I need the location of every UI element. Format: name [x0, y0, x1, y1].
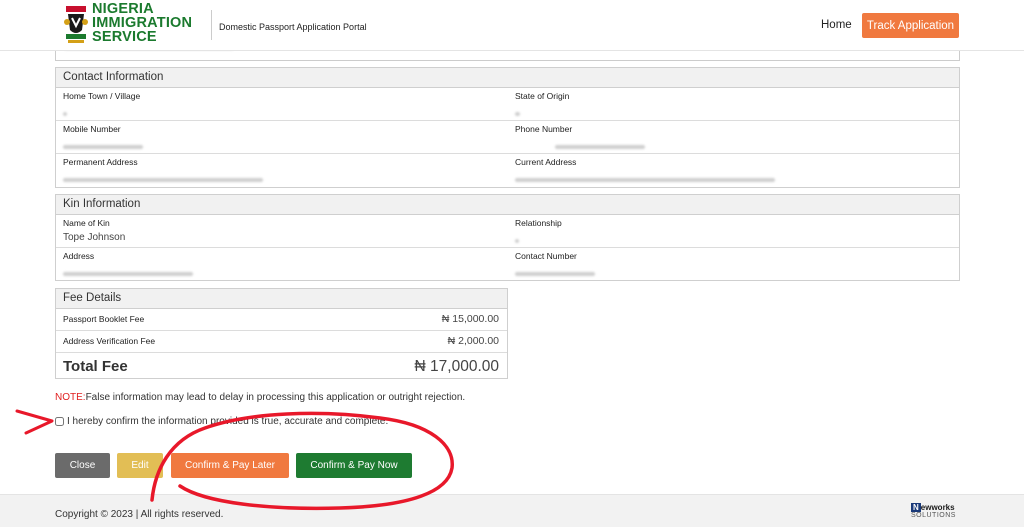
newworks-logo: Newworks SOLUTIONS: [911, 503, 961, 525]
logo-line-1: NIGERIA: [92, 1, 154, 17]
confirm-checkbox[interactable]: [55, 417, 64, 426]
coat-of-arms-icon: [64, 6, 88, 43]
fee-total-row: Total Fee ₦ 17,000.00: [56, 353, 507, 379]
home-town-cell: Home Town / Village: [56, 88, 508, 120]
current-address-label: Current Address: [515, 157, 577, 167]
relationship-label: Relationship: [515, 218, 562, 228]
kin-row-1: Name of Kin Tope Johnson Relationship: [56, 215, 959, 248]
total-fee-amount: ₦ 17,000.00: [414, 358, 499, 375]
total-fee-label: Total Fee: [63, 358, 128, 375]
fee-amount: ₦ 2,000.00: [447, 335, 499, 347]
track-application-button[interactable]: Track Application: [862, 13, 959, 38]
kin-contact-cell: Contact Number: [508, 248, 960, 281]
fee-details-panel: Fee Details Passport Booklet Fee ₦ 15,00…: [55, 288, 508, 379]
contact-information-panel: Contact Information Home Town / Village …: [55, 67, 960, 188]
newworks-wordmark: Newworks: [911, 503, 961, 512]
annotation-arrow-icon: [15, 409, 54, 435]
kin-name-cell: Name of Kin Tope Johnson: [56, 215, 508, 247]
page-footer: Copyright © 2023 | All rights reserved. …: [0, 494, 1024, 527]
portal-title: Domestic Passport Application Portal: [219, 22, 367, 32]
permanent-address-cell: Permanent Address: [56, 154, 508, 187]
kin-address-cell: Address: [56, 248, 508, 281]
fee-row-address-verification: Address Verification Fee ₦ 2,000.00: [56, 331, 507, 353]
confirm-pay-later-button[interactable]: Confirm & Pay Later: [171, 453, 289, 478]
fee-details-title: Fee Details: [56, 289, 507, 309]
state-origin-cell: State of Origin: [508, 88, 960, 120]
mobile-cell: Mobile Number: [56, 121, 508, 153]
kin-row-2: Address Contact Number: [56, 248, 959, 281]
close-button[interactable]: Close: [55, 453, 110, 478]
contact-row-1: Home Town / Village State of Origin: [56, 88, 959, 121]
contact-information-title: Contact Information: [56, 68, 959, 88]
confirm-declaration[interactable]: I hereby confirm the information provide…: [55, 416, 388, 427]
contact-row-3: Permanent Address Current Address: [56, 154, 959, 187]
fee-label: Address Verification Fee: [63, 336, 156, 346]
state-origin-label: State of Origin: [515, 91, 570, 101]
copyright-text: Copyright © 2023 | All rights reserved.: [55, 509, 224, 520]
redacted-permanent-address: [63, 177, 263, 182]
nis-logo[interactable]: NIGERIA IMMIGRATION SERVICE: [64, 2, 210, 48]
page-header: NIGERIA IMMIGRATION SERVICE Domestic Pas…: [0, 0, 1024, 51]
home-town-label: Home Town / Village: [63, 91, 141, 101]
confirm-pay-now-button[interactable]: Confirm & Pay Now: [296, 453, 412, 478]
redacted-phone: [555, 144, 645, 149]
redacted-kin-address: [63, 271, 193, 276]
newworks-rest: ewworks: [920, 503, 955, 512]
phone-label: Phone Number: [515, 124, 573, 134]
kin-contact-label: Contact Number: [515, 251, 577, 261]
warning-note: NOTE:False information may lead to delay…: [55, 392, 465, 403]
contact-row-2: Mobile Number Phone Number: [56, 121, 959, 154]
redacted-current-address: [515, 177, 775, 182]
current-address-cell: Current Address: [508, 154, 960, 187]
kin-address-label: Address: [63, 251, 95, 261]
fee-row-passport: Passport Booklet Fee ₦ 15,000.00: [56, 309, 507, 331]
redacted-relationship: [515, 238, 519, 243]
note-prefix: NOTE:: [55, 392, 86, 403]
confirm-text: I hereby confirm the information provide…: [67, 416, 389, 427]
kin-information-panel: Kin Information Name of Kin Tope Johnson…: [55, 194, 960, 281]
logo-line-3: SERVICE: [92, 29, 157, 45]
redacted-state-origin: [515, 111, 520, 116]
redacted-mobile: [63, 144, 143, 149]
nav-home-link[interactable]: Home: [821, 19, 852, 31]
edit-button[interactable]: Edit: [117, 453, 163, 478]
note-text: False information may lead to delay in p…: [85, 392, 466, 403]
redacted-kin-contact: [515, 271, 595, 276]
newworks-sub: SOLUTIONS: [911, 512, 956, 519]
fee-label: Passport Booklet Fee: [63, 314, 145, 324]
fee-amount: ₦ 15,000.00: [441, 313, 499, 325]
redacted-home-town: [63, 111, 67, 116]
logo-wordmark: NIGERIA IMMIGRATION SERVICE: [92, 1, 193, 45]
phone-cell: Phone Number: [508, 121, 960, 153]
kin-information-title: Kin Information: [56, 195, 959, 215]
logo-line-2: IMMIGRATION: [92, 15, 193, 31]
newworks-n: N: [911, 503, 921, 512]
relationship-cell: Relationship: [508, 215, 960, 247]
permanent-address-label: Permanent Address: [63, 157, 138, 167]
kin-name-label: Name of Kin: [63, 218, 110, 228]
header-divider: [211, 10, 212, 40]
kin-name-value: Tope Johnson: [63, 232, 126, 243]
mobile-label: Mobile Number: [63, 124, 121, 134]
